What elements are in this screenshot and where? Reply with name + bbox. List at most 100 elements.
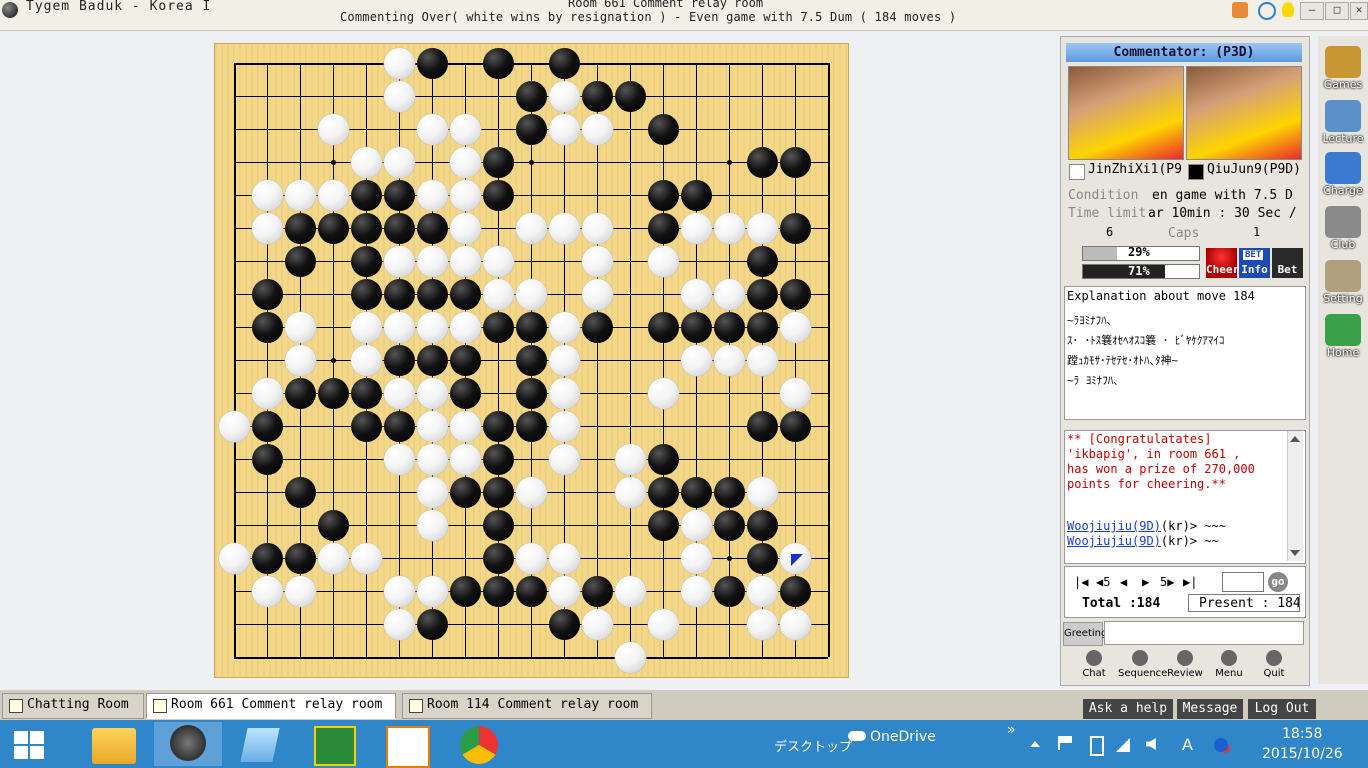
white-stone[interactable]	[681, 510, 712, 541]
white-stone[interactable]	[417, 114, 448, 145]
first-move-button[interactable]: |◀	[1074, 575, 1088, 589]
black-stone[interactable]	[714, 576, 745, 607]
ime-indicator[interactable]: A	[1182, 735, 1193, 754]
white-stone[interactable]	[252, 180, 283, 211]
black-stone[interactable]	[747, 411, 778, 442]
white-stone[interactable]	[615, 444, 646, 475]
white-stone[interactable]	[450, 147, 481, 178]
white-stone[interactable]	[681, 543, 712, 574]
white-stone[interactable]	[747, 609, 778, 640]
black-stone[interactable]	[450, 345, 481, 376]
tab-chatting-room[interactable]: Chatting Room	[2, 693, 144, 719]
white-stone[interactable]	[714, 213, 745, 244]
white-stone[interactable]	[417, 444, 448, 475]
black-stone[interactable]	[417, 345, 448, 376]
tab-room-661[interactable]: Room 661 Comment relay room	[146, 693, 396, 719]
scroll-down-icon[interactable]	[1290, 550, 1300, 556]
white-stone[interactable]	[417, 378, 448, 409]
white-stone[interactable]	[681, 576, 712, 607]
black-stone[interactable]	[351, 378, 382, 409]
chat-button[interactable]: Chat	[1074, 650, 1114, 679]
black-stone[interactable]	[549, 609, 580, 640]
clock-date[interactable]: 2015/10/26	[1262, 746, 1343, 762]
black-stone[interactable]	[780, 279, 811, 310]
white-stone[interactable]	[516, 213, 547, 244]
black-stone[interactable]	[747, 279, 778, 310]
black-stone[interactable]	[648, 213, 679, 244]
white-stone[interactable]	[582, 213, 613, 244]
white-stone[interactable]	[417, 411, 448, 442]
charge-menu-item[interactable]: Charge	[1320, 152, 1366, 197]
setting-menu-item[interactable]: Setting	[1320, 260, 1366, 305]
black-stone[interactable]	[417, 609, 448, 640]
white-stone[interactable]	[384, 576, 415, 607]
review-button[interactable]: Review	[1165, 650, 1205, 679]
black-stone[interactable]	[582, 312, 613, 343]
black-stone[interactable]	[714, 510, 745, 541]
black-stone[interactable]	[285, 543, 316, 574]
go-button[interactable]: go	[1268, 572, 1288, 592]
onedrive-label[interactable]: OneDrive	[870, 729, 936, 745]
black-stone[interactable]	[582, 576, 613, 607]
project-app-icon[interactable]	[314, 726, 356, 766]
white-stone[interactable]	[417, 576, 448, 607]
white-stone[interactable]	[252, 576, 283, 607]
black-stone[interactable]	[384, 213, 415, 244]
ask-help-button[interactable]: Ask a help	[1083, 699, 1173, 719]
sequence-button[interactable]: Sequence	[1118, 650, 1167, 679]
black-stone[interactable]	[483, 48, 514, 79]
menu-button[interactable]: Menu	[1209, 650, 1249, 679]
white-stone[interactable]	[219, 411, 250, 442]
black-stone[interactable]	[648, 477, 679, 508]
black-stone[interactable]	[681, 180, 712, 211]
club-menu-item[interactable]: Club	[1320, 206, 1366, 251]
black-stone[interactable]	[516, 411, 547, 442]
white-stone[interactable]	[516, 543, 547, 574]
white-stone[interactable]	[384, 246, 415, 277]
black-stone[interactable]	[516, 576, 547, 607]
black-stone[interactable]	[417, 213, 448, 244]
games-menu-item[interactable]: Games	[1320, 46, 1366, 91]
toolbar-overflow-chevron[interactable]: »	[1007, 722, 1016, 738]
forward-5-button[interactable]: 5▶	[1160, 575, 1174, 589]
white-stone[interactable]	[549, 444, 580, 475]
black-stone[interactable]	[714, 312, 745, 343]
white-stone[interactable]	[450, 411, 481, 442]
white-stone[interactable]	[384, 147, 415, 178]
white-stone[interactable]	[615, 477, 646, 508]
desktop-toolbar-label[interactable]: デスクトップ	[774, 736, 852, 755]
black-stone[interactable]	[252, 444, 283, 475]
scroll-up-icon[interactable]	[1290, 436, 1300, 442]
search-icon[interactable]	[1258, 2, 1276, 20]
black-stone[interactable]	[285, 246, 316, 277]
black-stone[interactable]	[483, 411, 514, 442]
battery-icon[interactable]	[1090, 736, 1104, 756]
back-5-button[interactable]: ◀5	[1096, 575, 1110, 589]
minimize-button[interactable]: —	[1300, 2, 1324, 20]
white-stone[interactable]	[747, 576, 778, 607]
white-stone[interactable]	[780, 378, 811, 409]
black-stone[interactable]	[285, 213, 316, 244]
white-stone[interactable]	[351, 147, 382, 178]
white-stone[interactable]	[549, 576, 580, 607]
white-player-name[interactable]: JinZhiXi1(P9	[1088, 162, 1182, 177]
white-stone[interactable]	[648, 609, 679, 640]
black-stone[interactable]	[318, 213, 349, 244]
white-stone[interactable]	[318, 180, 349, 211]
black-stone[interactable]	[747, 147, 778, 178]
black-stone[interactable]	[582, 81, 613, 112]
quit-button[interactable]: Quit	[1254, 650, 1294, 679]
white-stone[interactable]	[549, 543, 580, 574]
close-button[interactable]: ✕	[1350, 2, 1368, 20]
white-stone[interactable]	[351, 543, 382, 574]
black-stone[interactable]	[450, 576, 481, 607]
white-stone[interactable]	[384, 81, 415, 112]
white-stone[interactable]	[318, 543, 349, 574]
white-stone[interactable]	[351, 345, 382, 376]
black-stone[interactable]	[384, 411, 415, 442]
white-stone[interactable]	[417, 180, 448, 211]
white-stone[interactable]	[681, 345, 712, 376]
white-stone[interactable]	[384, 609, 415, 640]
forward-button[interactable]: ▶	[1142, 575, 1149, 589]
black-stone[interactable]	[450, 279, 481, 310]
